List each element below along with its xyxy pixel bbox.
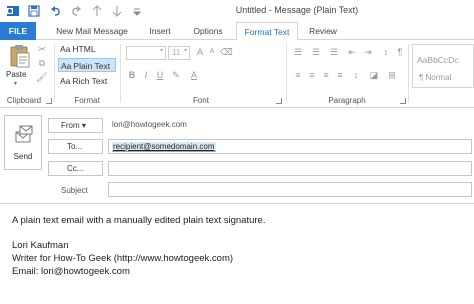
tab-new-mail-message[interactable]: New Mail Message: [46, 22, 138, 40]
format-plain-text-option[interactable]: Aa Plain Text: [58, 58, 116, 72]
bullets-icon[interactable]: ☰: [292, 47, 304, 58]
cc-field[interactable]: [108, 161, 472, 176]
clipboard-group-label: Clipboard: [6, 96, 42, 105]
styles-gallery[interactable]: AaBbCcDc ¶ Normal: [412, 44, 474, 88]
paragraph-dialog-launcher-icon[interactable]: [400, 98, 406, 104]
copy-icon[interactable]: ⧉: [36, 58, 48, 69]
format-painter-icon[interactable]: 🖌: [36, 72, 48, 83]
group-separator: [408, 44, 409, 102]
recipient-chip[interactable]: recipient@somedomain.com: [112, 142, 216, 152]
chevron-down-icon: ▾: [183, 48, 187, 54]
subject-field[interactable]: [108, 182, 472, 197]
ribbon: Paste ▾ ✂ ⧉ 🖌 Clipboard Aa HTML Aa Plain T…: [0, 40, 474, 108]
send-button[interactable]: Send: [4, 115, 42, 170]
grow-font-icon[interactable]: A: [194, 47, 206, 57]
format-html-option[interactable]: Aa HTML: [58, 42, 116, 56]
format-group-label: Format: [74, 96, 100, 105]
group-separator: [120, 44, 121, 102]
italic-icon[interactable]: I: [140, 70, 152, 80]
body-line: Writer for How-To Geek (http://www.howto…: [12, 253, 234, 264]
ribbon-tabs: FILE New Mail Message Insert Options For…: [0, 22, 474, 41]
clear-formatting-icon[interactable]: ⌫: [220, 47, 233, 58]
group-separator: [54, 44, 55, 102]
bold-icon[interactable]: B: [126, 70, 138, 80]
paragraph-group-label: Paragraph: [328, 96, 366, 105]
style-sample: AaBbCcDc: [417, 55, 459, 65]
align-right-icon[interactable]: ≡: [320, 70, 332, 80]
underline-icon[interactable]: U: [154, 70, 166, 80]
format-rich-text-option[interactable]: Aa Rich Text: [58, 74, 116, 88]
cut-icon[interactable]: ✂: [36, 44, 48, 55]
shrink-font-icon[interactable]: A: [206, 48, 218, 55]
paste-dropdown-arrow-icon[interactable]: ▾: [14, 80, 17, 87]
paste-button[interactable]: Paste: [6, 70, 26, 79]
shading-icon[interactable]: ◪: [368, 70, 380, 81]
group-separator: [286, 44, 287, 102]
decrease-indent-icon[interactable]: ⇤: [346, 47, 358, 58]
line-spacing-icon[interactable]: ↕: [350, 70, 362, 80]
from-button[interactable]: From ▾: [48, 118, 103, 133]
body-line: A plain text email with a manually edite…: [12, 215, 266, 226]
numbering-icon[interactable]: ☰: [310, 47, 322, 58]
font-name-dropdown[interactable]: ▾: [126, 46, 166, 60]
title-bar: Untitled - Message (Plain Text): [0, 0, 474, 22]
subject-label: Subject: [61, 186, 88, 195]
body-line: Email: lori@howtogeek.com: [12, 266, 130, 277]
highlight-icon[interactable]: ✎: [170, 70, 182, 81]
justify-icon[interactable]: ≡: [334, 70, 346, 80]
tab-options[interactable]: Options: [182, 22, 234, 40]
window-title: Untitled - Message (Plain Text): [235, 5, 359, 15]
to-button[interactable]: To...: [48, 139, 103, 154]
paste-icon[interactable]: [9, 44, 31, 68]
align-center-icon[interactable]: ≡: [306, 70, 318, 80]
send-envelope-icon: [15, 125, 33, 143]
sort-icon[interactable]: ↕: [380, 47, 392, 57]
font-color-icon[interactable]: A: [188, 70, 200, 80]
increase-indent-icon[interactable]: ⇥: [362, 47, 374, 58]
style-normal[interactable]: ¶ Normal: [419, 73, 451, 82]
message-body[interactable]: A plain text email with a manually edite…: [0, 203, 474, 304]
tab-format-text[interactable]: Format Text: [236, 22, 298, 41]
align-left-icon[interactable]: ≡: [292, 70, 304, 80]
tab-file[interactable]: FILE: [0, 22, 36, 40]
tab-review[interactable]: Review: [300, 22, 346, 40]
tab-insert[interactable]: Insert: [140, 22, 180, 40]
multilevel-list-icon[interactable]: ☰: [328, 47, 340, 58]
clipboard-dialog-launcher-icon[interactable]: [46, 98, 52, 104]
font-size-dropdown[interactable]: 11 ▾: [168, 46, 190, 60]
font-group-label: Font: [192, 96, 209, 105]
to-field[interactable]: recipient@somedomain.com: [108, 139, 472, 154]
paragraph-mark-icon[interactable]: ¶: [394, 47, 406, 57]
borders-icon[interactable]: ⊞: [386, 70, 398, 81]
cc-button[interactable]: Cc...: [48, 161, 103, 176]
from-address: lori@howtogeek.com: [112, 120, 187, 129]
font-dialog-launcher-icon[interactable]: [276, 98, 282, 104]
chevron-down-icon: ▾: [159, 48, 163, 54]
body-line: Lori Kaufman: [12, 240, 69, 251]
